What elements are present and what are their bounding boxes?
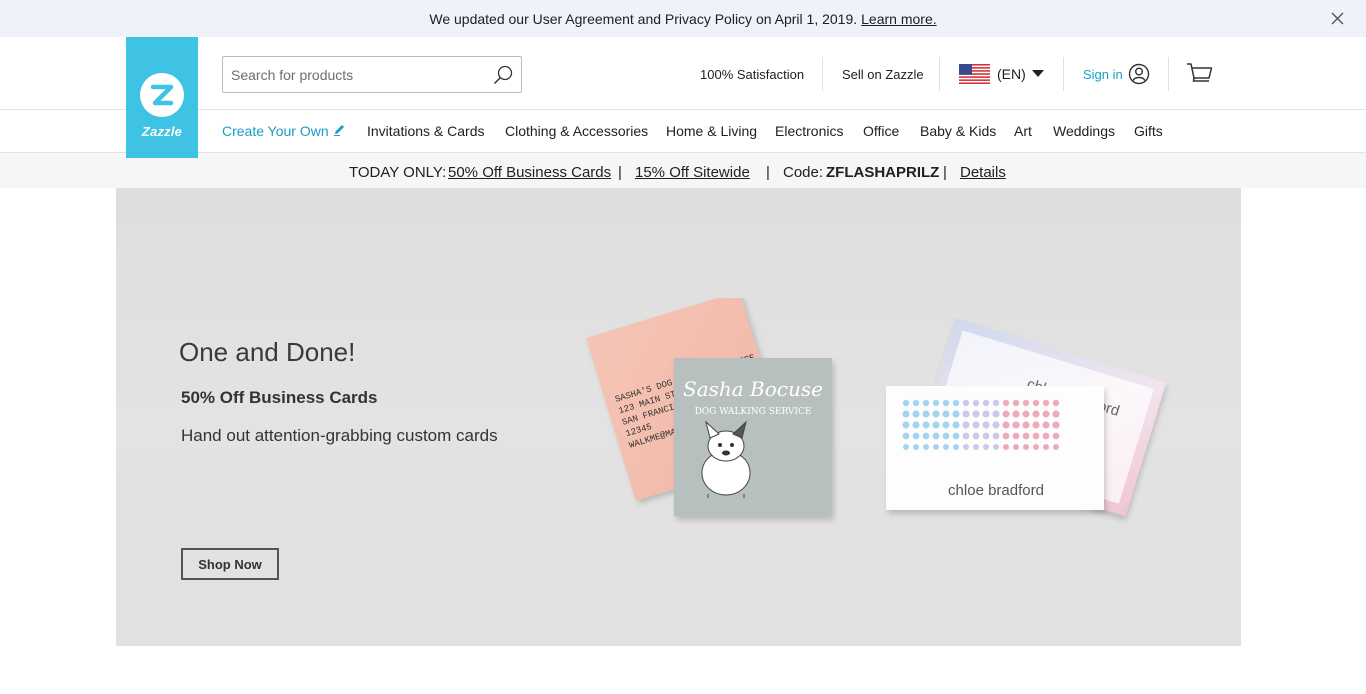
card-front-name: chloe bradford [948, 482, 1044, 499]
logo-z-icon [140, 73, 184, 117]
divider [822, 57, 823, 91]
promo-details-link[interactable]: Details [960, 164, 1006, 181]
nav-baby-kids[interactable]: Baby & Kids [920, 123, 996, 139]
search-box [222, 56, 522, 93]
hero-subtitle: 50% Off Business Cards [181, 388, 378, 407]
user-icon[interactable] [1128, 63, 1150, 85]
promo-sitewide-link[interactable]: 15% Off Sitewide [635, 164, 750, 181]
promo-separator: | [943, 164, 947, 181]
hero-banner[interactable]: One and Done! 50% Off Business Cards Han… [116, 188, 1241, 646]
divider [939, 57, 940, 91]
promo-bar: TODAY ONLY: 50% Off Business Cards | 15%… [0, 153, 1366, 188]
nav-office[interactable]: Office [863, 123, 899, 139]
nav-weddings[interactable]: Weddings [1053, 123, 1115, 139]
nav-create-your-own[interactable]: Create Your Own [222, 123, 329, 139]
satisfaction-link[interactable]: 100% Satisfaction [700, 67, 804, 82]
zazzle-logo[interactable]: Zazzle [126, 37, 198, 158]
hero-title: One and Done! [179, 337, 356, 367]
close-icon[interactable] [1331, 12, 1344, 25]
nav-invitations-cards[interactable]: Invitations & Cards [367, 123, 485, 139]
pencil-icon [334, 125, 344, 136]
card-name: Sasha Bocuse [683, 377, 823, 401]
promo-code-label: Code: [783, 164, 824, 181]
nav-gifts[interactable]: Gifts [1134, 123, 1163, 139]
promo-separator: | [766, 164, 770, 181]
search-icon[interactable] [493, 65, 513, 85]
business-cards-image: SASHA'S DOG WALKING SERVICE 123 MAIN STR… [586, 298, 1167, 517]
divider [1168, 57, 1169, 91]
chevron-down-icon[interactable] [1032, 70, 1044, 77]
hero-description: Hand out attention-grabbing custom cards [181, 426, 498, 445]
notice-text: We updated our User Agreement and Privac… [429, 10, 858, 27]
sign-in-link[interactable]: Sign in [1083, 67, 1123, 82]
divider [1063, 57, 1064, 91]
learn-more-link[interactable]: Learn more. [861, 11, 936, 27]
sell-link[interactable]: Sell on Zazzle [842, 67, 924, 82]
us-flag-icon[interactable] [959, 64, 990, 84]
nav-electronics[interactable]: Electronics [775, 123, 843, 139]
search-input[interactable] [223, 57, 478, 92]
nav-art[interactable]: Art [1014, 123, 1032, 139]
logo-text: Zazzle [141, 124, 183, 139]
shop-now-button[interactable]: Shop Now [181, 548, 279, 580]
dog-illustration [701, 420, 751, 498]
cart-icon[interactable] [1186, 62, 1213, 86]
header [0, 37, 1366, 110]
nav-home-living[interactable]: Home & Living [666, 123, 757, 139]
promo-separator: | [618, 164, 622, 181]
card-service: DOG WALKING SERVICE [695, 407, 812, 417]
notice-bar: We updated our User Agreement and Privac… [0, 0, 1366, 37]
promo-prefix: TODAY ONLY: [349, 164, 447, 181]
promo-business-cards-link[interactable]: 50% Off Business Cards [448, 164, 611, 181]
nav-clothing-accessories[interactable]: Clothing & Accessories [505, 123, 648, 139]
promo-code: ZFLASHAPRILZ [826, 164, 940, 181]
language-selector[interactable]: (EN) [997, 66, 1026, 82]
main-nav: Create Your Own Invitations & Cards Clot… [0, 110, 1366, 153]
